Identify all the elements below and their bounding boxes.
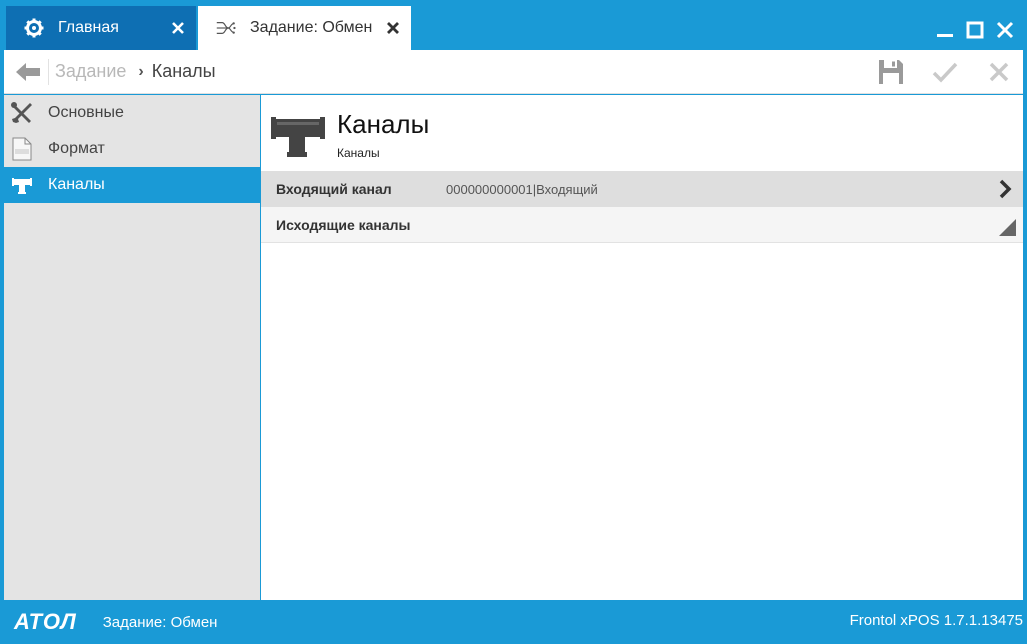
breadcrumb: Задание › Каналы (55, 61, 216, 82)
data-file-icon (10, 137, 34, 161)
tab-home-close-icon[interactable] (170, 20, 186, 36)
breadcrumb-parent[interactable]: Задание (55, 61, 126, 82)
incoming-channel-value: 000000000001|Входящий (446, 181, 598, 197)
section-header: Каналы Каналы (261, 95, 1023, 171)
maximize-icon[interactable] (965, 20, 985, 40)
window-controls (935, 20, 1015, 40)
outgoing-channels-row[interactable]: Исходящие каналы (261, 207, 1023, 243)
tab-home-label: Главная (58, 19, 119, 36)
expand-corner-icon[interactable] (997, 217, 1017, 237)
chevron-right-icon: › (138, 62, 144, 80)
tab-task-exchange[interactable]: Задание: Обмен (198, 6, 411, 50)
channel-pipe-icon (269, 113, 327, 161)
back-arrow-icon[interactable] (10, 54, 46, 90)
main-panel: Каналы Каналы Входящий канал 00000000000… (261, 95, 1023, 600)
incoming-channel-label: Входящий канал (276, 181, 392, 197)
sidebar-item-label: Основные (48, 104, 124, 121)
page-subtitle: Каналы (337, 146, 380, 160)
chevron-right-icon[interactable] (995, 179, 1015, 199)
toolbar: Задание › Каналы (4, 50, 1023, 94)
atol-logo: АТОЛ (14, 609, 77, 634)
status-bar: АТОЛ Задание: Обмен Frontol xPOS 1.7.1.1… (0, 600, 1027, 644)
tab-home[interactable]: Главная (6, 6, 196, 50)
tab-task-close-icon[interactable] (385, 20, 401, 36)
page-title: Каналы (337, 109, 430, 139)
gear-icon (24, 18, 44, 38)
section-header-text: Каналы Каналы (337, 109, 429, 160)
cancel-icon[interactable] (981, 54, 1017, 90)
channel-pipe-icon (10, 173, 34, 197)
save-icon[interactable] (873, 54, 909, 90)
breadcrumb-current: Каналы (151, 61, 216, 81)
version-label: Frontol xPOS 1.7.1.13475 (849, 612, 1023, 629)
status-text: Задание: Обмен (102, 613, 218, 631)
app-window: Главная Задание: Обмен Задание › Каналы … (0, 0, 1027, 644)
sidebar-item-main[interactable]: Основные (4, 95, 260, 131)
close-icon[interactable] (995, 20, 1015, 40)
sidebar-item-format[interactable]: Формат (4, 131, 260, 167)
tab-task-label: Задание: Обмен (250, 19, 373, 36)
sidebar-item-channels[interactable]: Каналы (4, 167, 260, 203)
exchange-icon (216, 18, 236, 38)
tools-icon (10, 101, 34, 125)
sidebar-item-label: Формат (48, 140, 105, 157)
outgoing-channels-label: Исходящие каналы (276, 216, 411, 233)
checkmark-icon[interactable] (927, 54, 963, 90)
sidebar-item-label: Каналы (48, 176, 105, 193)
toolbar-actions (873, 54, 1017, 90)
title-bar: Главная Задание: Обмен (0, 0, 1027, 50)
incoming-channel-row[interactable]: Входящий канал 000000000001|Входящий (261, 171, 1023, 207)
toolbar-divider (48, 58, 49, 85)
sidebar: Основные Формат Каналы (4, 95, 260, 600)
minimize-icon[interactable] (935, 20, 955, 40)
